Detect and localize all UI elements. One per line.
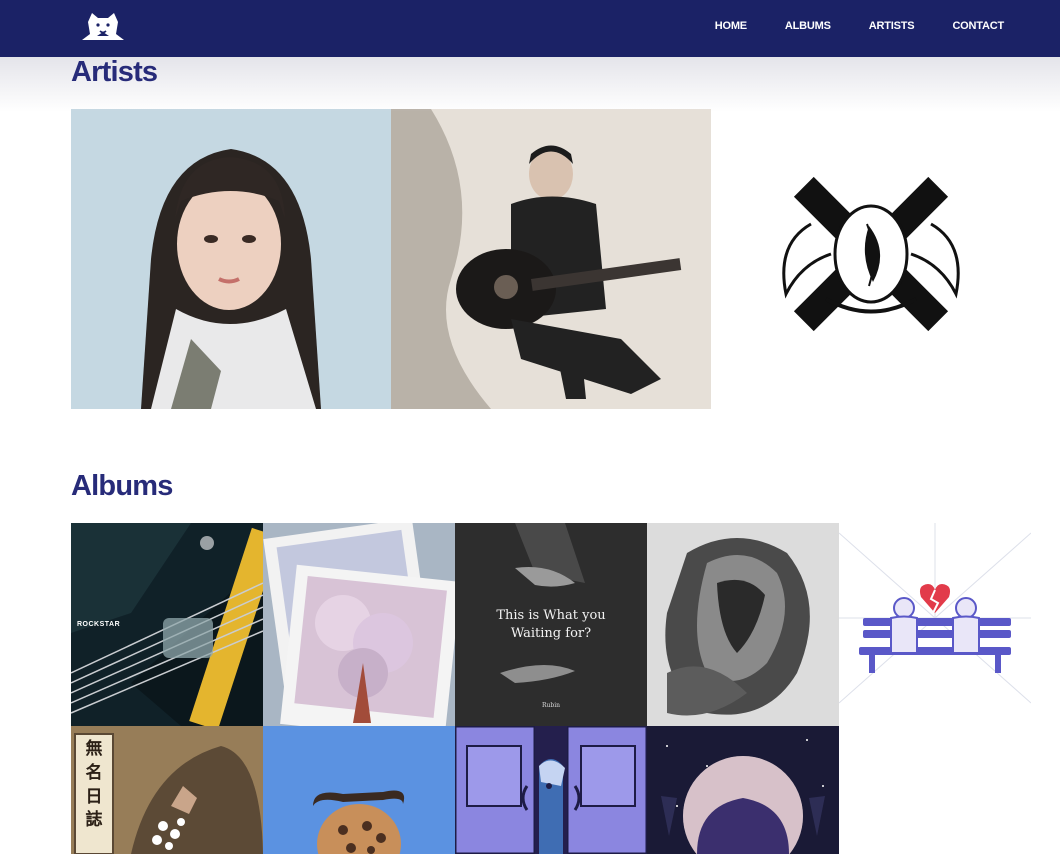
album-cover-door[interactable] — [455, 726, 647, 854]
nav-artists-link[interactable]: ARTISTS — [869, 20, 915, 32]
album-cover-waiting-for[interactable]: This is What you Waiting for? Rubin — [455, 523, 647, 726]
header-shadow-fade — [0, 57, 1060, 112]
top-navbar: HOME ALBUMS ARTISTS CONTACT — [0, 0, 1060, 57]
bear-head-logo-icon[interactable] — [78, 10, 128, 42]
album-cover-moon[interactable] — [647, 726, 839, 854]
artist-card-guitarist[interactable] — [391, 109, 711, 409]
nav-home-link[interactable]: HOME — [715, 20, 747, 32]
nav-menu: HOME ALBUMS ARTISTS CONTACT — [715, 20, 1004, 32]
album-title-waiting-for: This is What you Waiting for? — [496, 608, 606, 641]
album-title-diary: 無名日誌 — [85, 739, 103, 831]
album-cover-flowers-diary[interactable]: 無名日誌 — [71, 726, 263, 854]
nav-contact-link[interactable]: CONTACT — [952, 20, 1004, 32]
album-cover-rockstar[interactable]: ROCKSTAR — [71, 523, 263, 726]
album-cover-broken-heart-bench[interactable] — [839, 523, 1031, 726]
album-cover-engraved-bird[interactable] — [647, 523, 839, 726]
artist-card-portrait[interactable] — [71, 109, 391, 409]
album-cover-cherry-blossom[interactable] — [263, 523, 455, 726]
album-cover-cookie[interactable] — [263, 726, 455, 854]
albums-heading: Albums — [71, 470, 173, 502]
artist-card-emblem[interactable] — [711, 129, 1031, 409]
album-credit-rubin: Rubin — [541, 702, 560, 709]
artists-heading: Artists — [71, 56, 158, 88]
nav-albums-link[interactable]: ALBUMS — [785, 20, 831, 32]
album-title-rockstar: ROCKSTAR — [77, 621, 121, 628]
